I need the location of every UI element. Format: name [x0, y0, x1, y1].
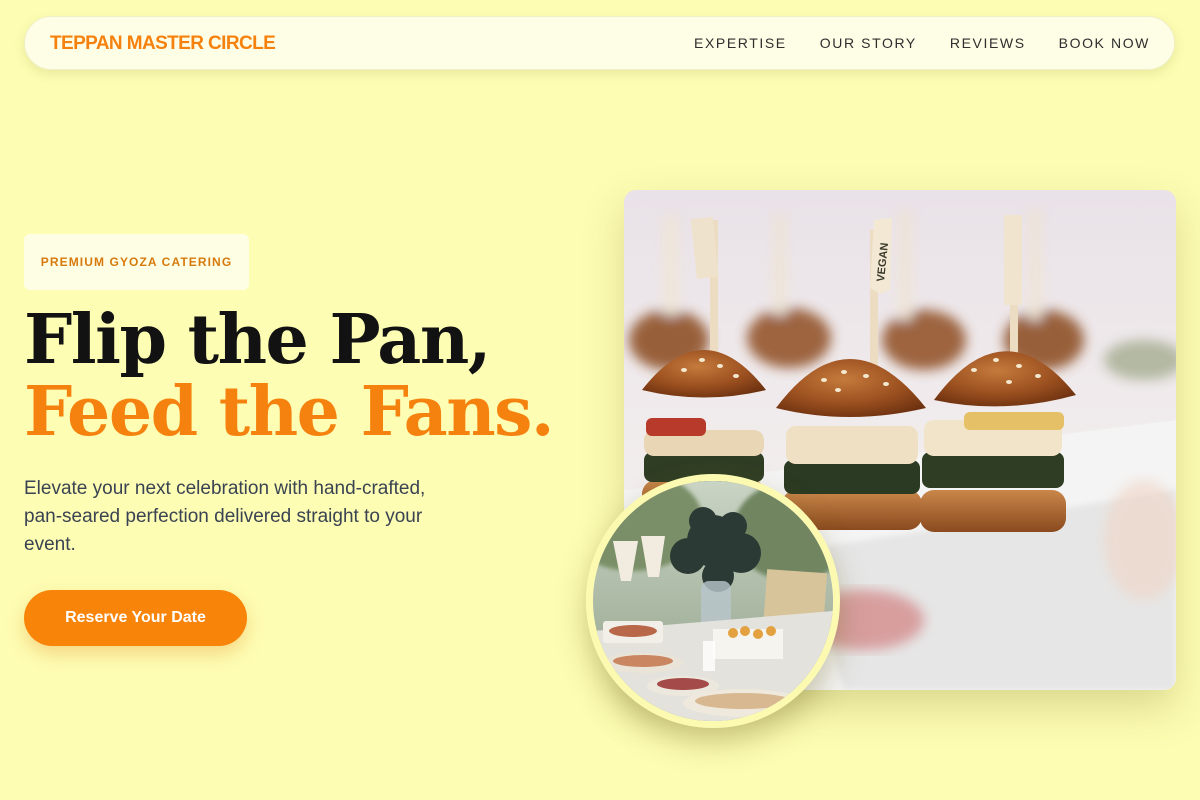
navbar: TEPPAN MASTER CIRCLE EXPERTISE OUR STORY… — [24, 16, 1175, 70]
nav-link-reviews[interactable]: REVIEWS — [950, 35, 1026, 51]
nav-links: EXPERTISE OUR STORY REVIEWS BOOK NOW — [661, 35, 1150, 51]
reserve-date-button[interactable]: Reserve Your Date — [24, 590, 247, 646]
buffet-photo — [593, 481, 833, 721]
brand-logo[interactable]: TEPPAN MASTER CIRCLE — [50, 33, 276, 55]
nav-link-expertise[interactable]: EXPERTISE — [694, 35, 787, 51]
hero-badge: PREMIUM GYOZA CATERING — [24, 234, 249, 290]
headline-line-2: Feed the Fans. — [24, 372, 555, 452]
inset-image-buffet — [586, 474, 840, 728]
nav-link-book-now[interactable]: BOOK NOW — [1059, 35, 1150, 51]
hero-description: Elevate your next celebration with hand-… — [24, 478, 426, 555]
nav-link-our-story[interactable]: OUR STORY — [820, 35, 917, 51]
headline-line-1: Flip the Pan, — [24, 300, 491, 380]
hero-headline: Flip the Pan, Feed the Fans. — [24, 300, 555, 452]
